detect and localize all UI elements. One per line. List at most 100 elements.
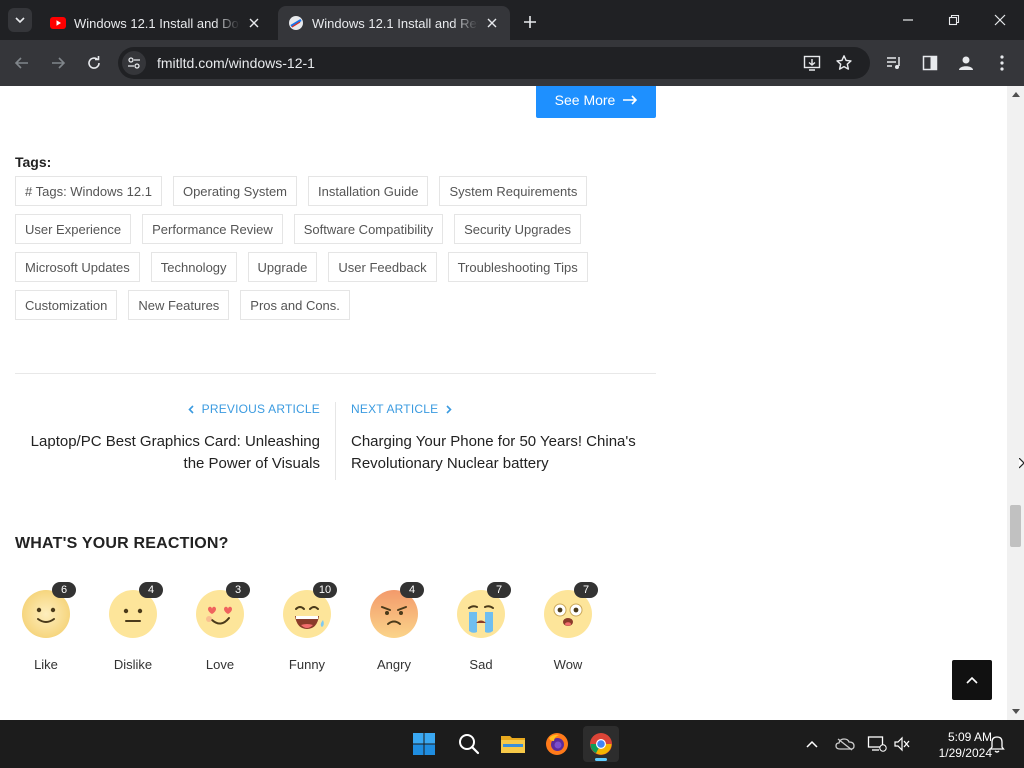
close-tab-icon[interactable] [246,15,262,31]
close-icon [994,14,1006,26]
address-bar[interactable]: fmitltd.com/windows-12-1 [118,47,870,79]
reaction-sad-button[interactable]: 7 Sad [455,582,511,672]
onedrive-icon[interactable] [833,732,857,756]
next-article-link[interactable]: NEXT ARTICLE [351,402,452,416]
close-tab-icon[interactable] [484,15,500,31]
reaction-love-button[interactable]: 3 Love [194,582,250,672]
reaction-label: Love [205,657,235,672]
page-viewport: See More Tags: # Tags: Windows 12.1 Oper… [0,86,1024,720]
minimize-button[interactable] [885,6,931,34]
reaction-label: Angry [377,657,411,672]
notifications-bell-icon[interactable] [985,732,1009,756]
menu-button[interactable] [988,49,1016,77]
url-text[interactable]: fmitltd.com/windows-12-1 [157,55,315,71]
tag-link[interactable]: Security Upgrades [454,214,582,244]
previous-article-link[interactable]: PREVIOUS ARTICLE [188,402,320,416]
tag-link[interactable]: Installation Guide [308,176,429,206]
back-button[interactable] [8,49,36,77]
tag-link[interactable]: New Features [128,290,230,320]
firefox-icon [546,733,568,755]
reaction-count: 3 [226,582,250,598]
arrow-right-icon [52,57,66,69]
tag-link[interactable]: Pros and Cons. [240,290,350,320]
new-tab-button[interactable] [518,10,542,34]
see-more-button[interactable]: See More [536,86,656,118]
chevron-right-icon [446,404,452,414]
chevron-up-icon [966,676,978,684]
page-scrollbar[interactable] [1007,86,1024,720]
active-app-indicator [595,758,607,761]
previous-article-title[interactable]: Laptop/PC Best Graphics Card: Unleashing… [15,431,320,475]
site-info-button[interactable] [122,51,146,75]
reaction-dislike-button[interactable]: 4 Dislike [107,582,163,672]
reaction-count: 4 [400,582,424,598]
reaction-funny-button[interactable]: 10 Funny [281,582,337,672]
kebab-menu-icon [1000,55,1004,71]
tag-link[interactable]: Technology [150,252,237,282]
start-button[interactable] [406,726,442,762]
tag-row: Customization New Features Pros and Cons… [15,290,615,320]
reading-list-button[interactable] [880,49,908,77]
scroll-down-arrow-icon[interactable] [1007,703,1024,720]
tag-link[interactable]: Performance Review [142,214,283,244]
network-icon[interactable] [865,732,889,756]
next-article-title[interactable]: Charging Your Phone for 50 Years! China'… [351,431,656,475]
install-app-icon[interactable] [800,51,824,75]
back-to-top-button[interactable] [952,660,992,700]
crying-emoji-icon: 7 [455,582,511,640]
tag-link[interactable]: # Tags: Windows 12.1 [15,176,162,206]
reaction-count: 7 [574,582,598,598]
windows-logo-icon [413,733,435,755]
tag-link[interactable]: User Experience [15,214,132,244]
reload-icon [88,56,100,69]
reaction-list: 6 Like 4 Dislike 3 Love 10 Funny 4 Angry… [20,582,598,672]
scroll-up-arrow-icon[interactable] [1007,86,1024,103]
arrow-left-icon [14,57,28,69]
tag-link[interactable]: Troubleshooting Tips [447,252,588,282]
forward-button[interactable] [44,49,72,77]
chrome-button[interactable] [583,726,619,762]
system-clock[interactable]: 5:09 AM 1/29/2024 [912,729,992,761]
reaction-angry-button[interactable]: 4 Angry [368,582,424,672]
previous-article-label: PREVIOUS ARTICLE [201,402,320,416]
scrollbar-thumb[interactable] [1010,505,1021,547]
browser-tab-2[interactable]: Windows 12.1 Install and Review [278,6,510,40]
youtube-icon [50,15,66,31]
reaction-count: 7 [487,582,511,598]
mouse-pointer-icon [1019,458,1024,469]
tag-list: # Tags: Windows 12.1 Operating System In… [15,176,615,328]
tab-search-button[interactable] [8,8,32,32]
tag-link[interactable]: Software Compatibility [293,214,444,244]
tag-link[interactable]: System Requirements [439,176,588,206]
restore-button[interactable] [931,6,977,34]
profile-button[interactable] [952,49,980,77]
browser-tab-1[interactable]: Windows 12.1 Install and Download [40,6,272,40]
reaction-wow-button[interactable]: 7 Wow [542,582,598,672]
taskbar-search-button[interactable] [451,726,487,762]
chevron-left-icon [188,404,194,414]
minimize-icon [903,19,913,21]
tag-link[interactable]: Microsoft Updates [15,252,140,282]
search-icon [459,734,480,755]
file-explorer-button[interactable] [495,726,531,762]
profile-avatar-icon [959,56,973,70]
side-panel-button[interactable] [916,49,944,77]
volume-muted-icon[interactable] [890,732,914,756]
bookmark-star-icon[interactable] [832,51,856,75]
tag-link[interactable]: Customization [15,290,118,320]
tag-link[interactable]: Upgrade [247,252,318,282]
tag-row: User Experience Performance Review Softw… [15,214,615,244]
reaction-heading: WHAT'S YOUR REACTION? [15,535,229,552]
tag-link[interactable]: Operating System [172,176,297,206]
angry-emoji-icon: 4 [368,582,424,640]
firefox-button[interactable] [539,726,575,762]
folder-icon [501,736,525,753]
show-hidden-icons-button[interactable] [800,732,824,756]
neutral-emoji-icon: 4 [107,582,163,640]
reaction-like-button[interactable]: 6 Like [20,582,76,672]
reload-button[interactable] [80,49,108,77]
tag-link[interactable]: User Feedback [328,252,437,282]
close-window-button[interactable] [977,6,1023,34]
chevron-down-icon [15,17,25,24]
tag-row: # Tags: Windows 12.1 Operating System In… [15,176,615,206]
